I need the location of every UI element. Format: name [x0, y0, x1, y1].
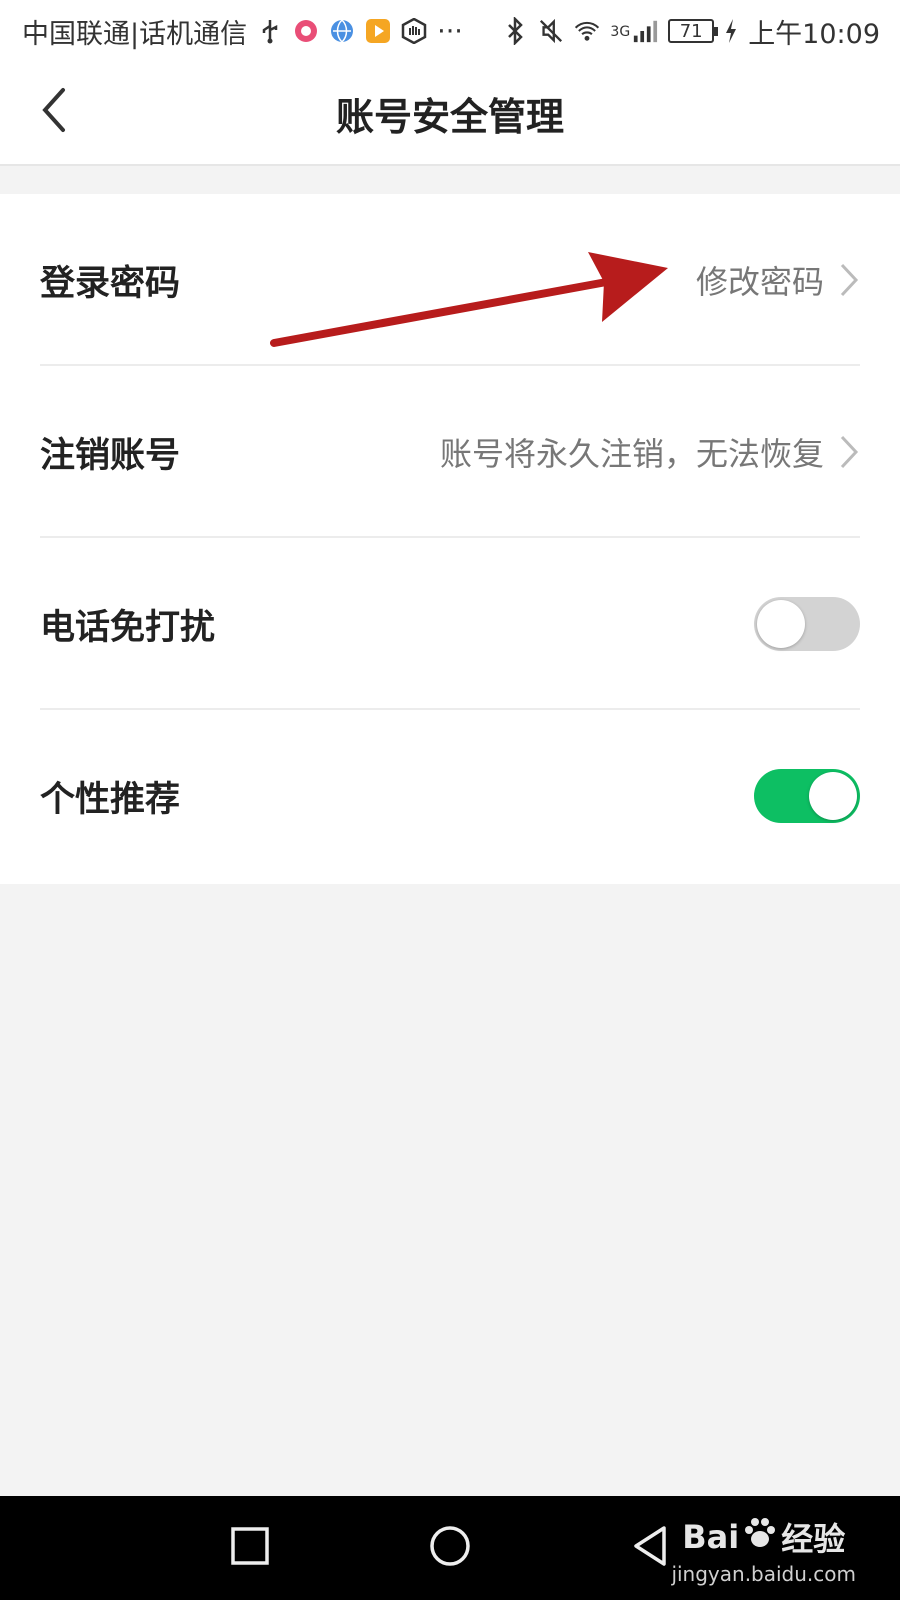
row-action[interactable]: 账号将永久注销，无法恢复 — [440, 429, 860, 475]
wifi-icon — [574, 18, 600, 44]
home-button[interactable] — [426, 1524, 474, 1572]
home-icon — [428, 1524, 472, 1572]
app-notification-icon — [293, 18, 319, 44]
paw-icon — [743, 1516, 777, 1558]
row-label: 注销账号 — [40, 435, 181, 476]
bluetooth-icon — [502, 17, 528, 45]
row-delete-account[interactable]: 注销账号 账号将永久注销，无法恢复 — [40, 366, 860, 538]
watermark-brand-text: Bai — [682, 1518, 740, 1556]
app-header: 账号安全管理 — [0, 62, 900, 166]
chevron-right-icon — [838, 434, 860, 470]
recent-apps-icon — [230, 1526, 270, 1570]
delete-account-hint: 账号将永久注销，无法恢复 — [439, 435, 824, 473]
status-bar-right: 3G 71 上午10:09 — [502, 12, 880, 51]
recent-apps-button[interactable] — [226, 1524, 274, 1572]
carrier-label: 中国联通|话机通信 — [22, 18, 248, 50]
watermark-brand-suffix: 经验 — [781, 1520, 846, 1558]
watermark-url: jingyan.baidu.com — [671, 1562, 856, 1586]
row-label: 个性推荐 — [40, 779, 181, 820]
usb-icon — [257, 18, 283, 44]
row-label: 登录密码 — [40, 263, 181, 304]
do-not-disturb-toggle[interactable] — [754, 597, 860, 651]
clock: 上午10:09 — [748, 18, 880, 50]
personal-recommend-toggle[interactable] — [754, 769, 860, 823]
charging-icon — [724, 18, 738, 44]
network-type-label: 3G — [610, 23, 631, 40]
change-password-link[interactable]: 修改密码 — [696, 257, 824, 303]
row-login-password[interactable]: 登录密码 修改密码 — [40, 194, 860, 366]
baidu-jingyan-watermark: Bai 经验 jingyan.baidu.com — [671, 1514, 856, 1586]
system-back-button[interactable] — [626, 1524, 674, 1572]
row-personal-recommend: 个性推荐 — [40, 710, 860, 882]
status-bar-left: 中国联通|话机通信 ··· — [22, 12, 463, 51]
settings-list: 登录密码 修改密码 注销账号 账号将永久注销，无法恢复 电话免打扰 个性推荐 — [0, 194, 900, 884]
battery-indicator: 71 — [668, 19, 719, 43]
battery-level: 71 — [679, 20, 703, 42]
toggle-knob — [809, 772, 857, 820]
video-icon — [365, 18, 391, 44]
watermark-brand: Bai 经验 — [682, 1514, 845, 1560]
nav-back-icon — [630, 1524, 670, 1572]
mute-icon — [538, 18, 564, 44]
signal-icon — [632, 18, 658, 44]
chevron-right-icon — [838, 262, 860, 298]
row-do-not-disturb: 电话免打扰 — [40, 538, 860, 710]
hand-icon — [401, 18, 427, 44]
browser-icon — [329, 18, 355, 44]
toggle-knob — [757, 600, 805, 648]
status-bar: 中国联通|话机通信 ··· 3G 71 上午10:09 — [0, 0, 900, 62]
page-title: 账号安全管理 — [335, 95, 564, 139]
row-label: 电话免打扰 — [40, 607, 216, 648]
more-notifications: ··· — [437, 15, 463, 47]
row-action[interactable]: 修改密码 — [696, 257, 860, 303]
